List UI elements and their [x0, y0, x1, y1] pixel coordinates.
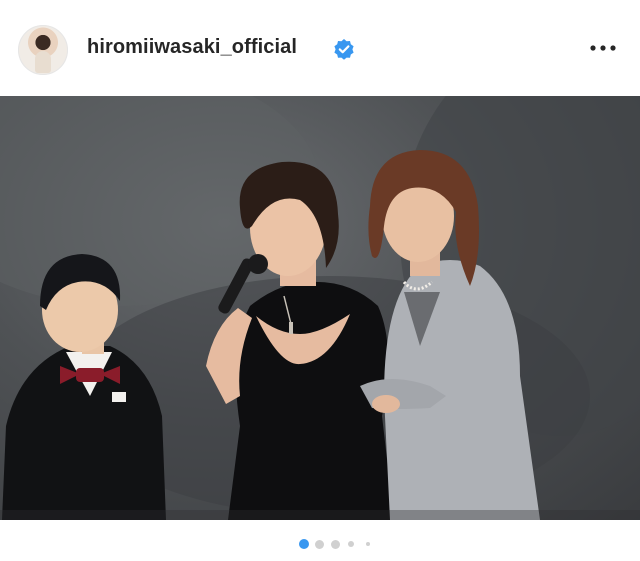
carousel-dot-active	[299, 539, 309, 549]
username[interactable]: hiromiiwasaki_official	[87, 36, 297, 59]
more-options-icon[interactable]	[588, 38, 618, 58]
carousel-dot	[315, 539, 324, 549]
carousel-dot	[331, 539, 340, 549]
photo-illustration	[0, 96, 640, 520]
post-header: hiromiiwasaki_official	[0, 0, 640, 96]
profile-avatar[interactable]	[18, 25, 68, 75]
post-photo[interactable]	[0, 96, 640, 520]
carousel-indicator	[0, 520, 640, 561]
carousel-dot	[366, 542, 370, 546]
verified-badge-icon	[334, 39, 354, 60]
avatar-figure	[35, 51, 51, 73]
carousel-dot	[348, 541, 354, 547]
